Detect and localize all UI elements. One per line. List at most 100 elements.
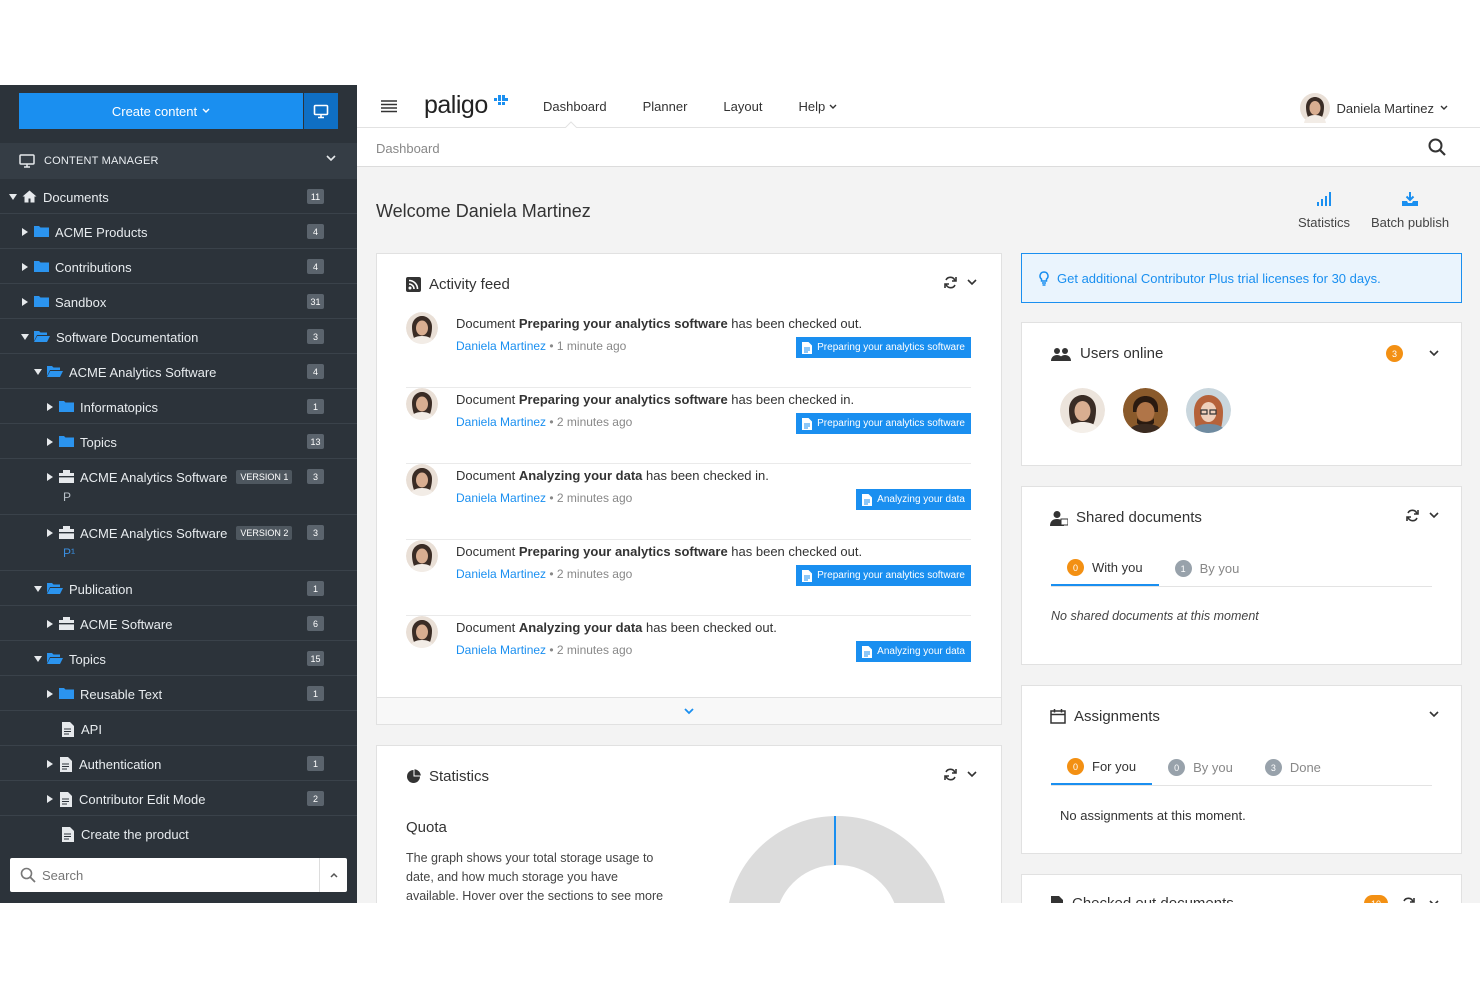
lightbulb-icon bbox=[1039, 270, 1049, 286]
caret-right-icon[interactable] bbox=[20, 227, 30, 237]
tree-item-contributor-edit-mode[interactable]: Contributor Edit Mode 2 bbox=[0, 782, 357, 816]
menu-icon[interactable] bbox=[381, 100, 397, 113]
avatar[interactable] bbox=[1060, 388, 1105, 433]
activity-user-link[interactable]: Daniela Martinez bbox=[456, 567, 546, 581]
activity-user-link[interactable]: Daniela Martinez bbox=[456, 491, 546, 505]
avatar[interactable] bbox=[1123, 388, 1168, 433]
caret-down-icon[interactable] bbox=[8, 192, 18, 202]
tree-item-api[interactable]: API bbox=[0, 712, 357, 746]
activity-user-link[interactable]: Daniela Martinez bbox=[456, 643, 546, 657]
license-notice[interactable]: Get additional Contributor Plus trial li… bbox=[1021, 253, 1462, 303]
open-document-button[interactable]: Preparing your analytics software bbox=[796, 413, 971, 434]
create-content-button[interactable]: Create content bbox=[19, 93, 303, 129]
nav-help[interactable]: Help bbox=[798, 99, 837, 114]
paligo-logo[interactable]: paligo bbox=[424, 91, 488, 120]
open-document-button[interactable]: Analyzing your data bbox=[856, 489, 971, 510]
chevron-down-icon[interactable] bbox=[967, 771, 977, 778]
tree-item-topics-2[interactable]: Topics 15 bbox=[0, 642, 357, 676]
caret-down-icon[interactable] bbox=[33, 584, 43, 594]
tree-item-acme-products[interactable]: ACME Products 4 bbox=[0, 215, 357, 249]
caret-right-icon[interactable] bbox=[45, 472, 55, 482]
activity-user-link[interactable]: Daniela Martinez bbox=[456, 339, 546, 353]
content-manager-header[interactable]: CONTENT MANAGER bbox=[0, 143, 357, 179]
tree-item-acme-analytics-version-2[interactable]: ACME Analytics Software VERSION 2 3 P¹ bbox=[0, 516, 357, 571]
statistics-button[interactable]: Statistics bbox=[1298, 192, 1350, 230]
tree-item-contributions[interactable]: Contributions 4 bbox=[0, 250, 357, 284]
search-icon[interactable] bbox=[1428, 138, 1446, 156]
tab-by-you[interactable]: 0 By you bbox=[1152, 758, 1249, 785]
chevron-down-icon[interactable] bbox=[967, 279, 977, 286]
activity-user-link[interactable]: Daniela Martinez bbox=[456, 415, 546, 429]
nav-planner[interactable]: Planner bbox=[643, 99, 688, 114]
tab-by-you[interactable]: 1 By you bbox=[1159, 559, 1256, 586]
nav-dashboard[interactable]: Dashboard bbox=[543, 99, 607, 114]
breadcrumb[interactable]: Dashboard bbox=[376, 141, 440, 156]
user-menu[interactable]: Daniela Martinez bbox=[1300, 93, 1448, 123]
tree-item-documents[interactable]: Documents 11 bbox=[0, 180, 357, 214]
caret-down-icon[interactable] bbox=[20, 332, 30, 342]
search-input[interactable] bbox=[36, 860, 319, 890]
activity-suffix: has been checked in. bbox=[727, 392, 855, 407]
checked-out-count-badge: 10 bbox=[1364, 895, 1388, 903]
refresh-icon[interactable] bbox=[1406, 509, 1419, 522]
chevron-down-icon[interactable] bbox=[1429, 350, 1439, 357]
tree-item-acme-analytics-version-1[interactable]: ACME Analytics Software VERSION 1 3 P bbox=[0, 460, 357, 515]
caret-down-icon[interactable] bbox=[33, 367, 43, 377]
refresh-icon[interactable] bbox=[1402, 897, 1415, 903]
page-title: Welcome Daniela Martinez bbox=[376, 201, 591, 221]
sidebar-search bbox=[10, 858, 347, 892]
open-document-button[interactable]: Analyzing your data bbox=[856, 641, 971, 662]
storage-donut-chart[interactable] bbox=[717, 806, 957, 903]
tab-label: For you bbox=[1092, 759, 1137, 774]
caret-right-icon[interactable] bbox=[45, 794, 55, 804]
tree-item-sandbox[interactable]: Sandbox 31 bbox=[0, 285, 357, 319]
search-expand-button[interactable] bbox=[319, 858, 347, 892]
publication-icon bbox=[59, 617, 74, 630]
tab-for-you[interactable]: 0 For you bbox=[1051, 758, 1153, 785]
tree-item-topics[interactable]: Topics 13 bbox=[0, 425, 357, 459]
tree-item-label: ACME Analytics Software bbox=[80, 470, 228, 485]
chevron-down-icon[interactable] bbox=[1429, 711, 1439, 718]
caret-right-icon[interactable] bbox=[45, 528, 55, 538]
nav-help-label: Help bbox=[798, 99, 826, 114]
shared-documents-empty: No shared documents at this moment bbox=[1051, 609, 1259, 623]
tab-done[interactable]: 3 Done bbox=[1249, 758, 1337, 785]
activity-prefix: Document bbox=[456, 316, 519, 331]
chevron-down-icon[interactable] bbox=[326, 155, 336, 162]
caret-down-icon[interactable] bbox=[33, 654, 43, 664]
caret-right-icon[interactable] bbox=[45, 689, 55, 699]
tree-item-label: Reusable Text bbox=[80, 687, 163, 702]
tree-item-publication[interactable]: Publication 1 bbox=[0, 572, 357, 606]
tab-count-badge: 0 bbox=[1067, 758, 1084, 775]
refresh-icon[interactable] bbox=[944, 276, 957, 289]
activity-suffix: has been checked out. bbox=[642, 620, 777, 635]
tree-item-informatopics[interactable]: Informatopics 1 bbox=[0, 390, 357, 424]
tree-item-create-the-product[interactable]: Create the product bbox=[0, 817, 357, 851]
chevron-down-icon[interactable] bbox=[1429, 512, 1439, 519]
nav-layout[interactable]: Layout bbox=[723, 99, 762, 114]
load-more-button[interactable] bbox=[377, 697, 1001, 724]
avatar[interactable] bbox=[1186, 388, 1231, 433]
tree-item-acme-analytics-software[interactable]: ACME Analytics Software 4 bbox=[0, 355, 357, 389]
tab-with-you[interactable]: 0 With you bbox=[1051, 559, 1159, 586]
tree-item-software-documentation[interactable]: Software Documentation 3 bbox=[0, 320, 357, 354]
caret-right-icon[interactable] bbox=[20, 262, 30, 272]
open-document-button[interactable]: Preparing your analytics software bbox=[796, 337, 971, 358]
tree-item-acme-software[interactable]: ACME Software 6 bbox=[0, 607, 357, 641]
tree-item-authentication[interactable]: Authentication 1 bbox=[0, 747, 357, 781]
caret-right-icon[interactable] bbox=[45, 619, 55, 629]
chevron-down-icon[interactable] bbox=[1429, 900, 1439, 903]
users-online-count-badge: 3 bbox=[1386, 345, 1403, 362]
quota-title: Quota bbox=[406, 819, 447, 836]
chevron-up-icon bbox=[329, 872, 338, 878]
batch-publish-button[interactable]: Batch publish bbox=[1371, 192, 1449, 230]
activity-prefix: Document bbox=[456, 620, 519, 635]
refresh-icon[interactable] bbox=[944, 768, 957, 781]
open-document-button[interactable]: Preparing your analytics software bbox=[796, 565, 971, 586]
caret-right-icon[interactable] bbox=[45, 759, 55, 769]
caret-right-icon[interactable] bbox=[20, 297, 30, 307]
screen-toggle-button[interactable] bbox=[304, 93, 338, 129]
tree-item-reusable-text[interactable]: Reusable Text 1 bbox=[0, 677, 357, 711]
caret-right-icon[interactable] bbox=[45, 437, 55, 447]
caret-right-icon[interactable] bbox=[45, 402, 55, 412]
